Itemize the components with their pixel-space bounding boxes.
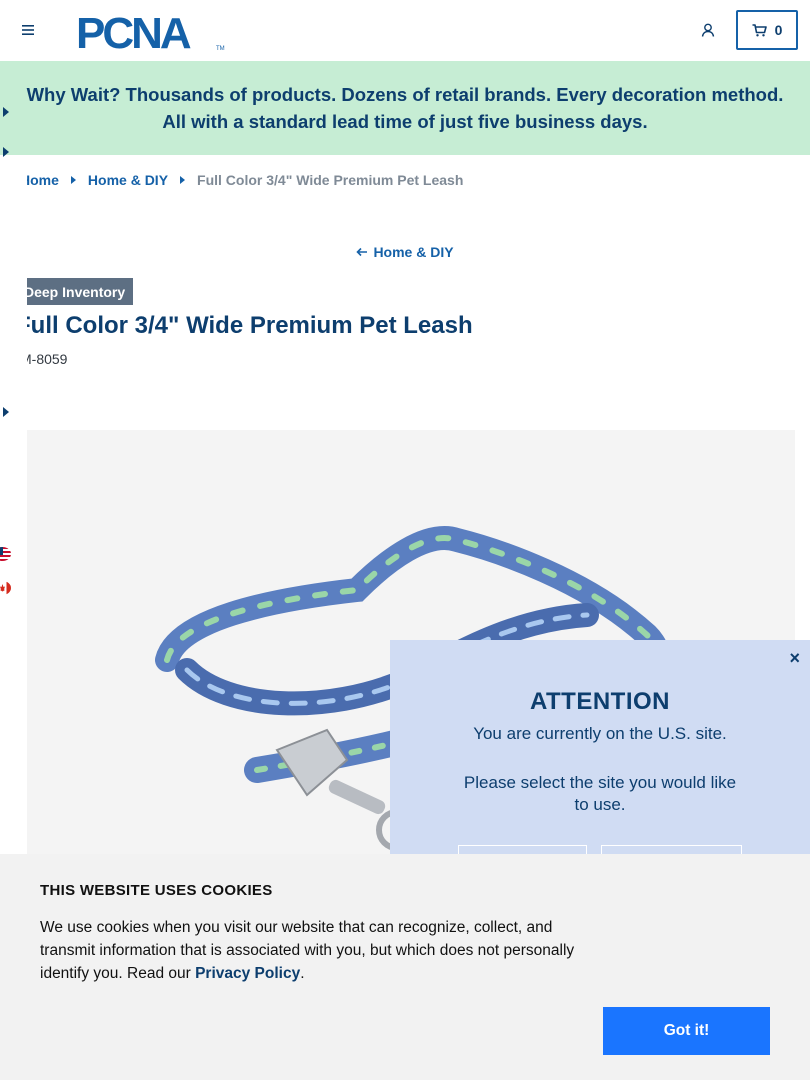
accept-cookies-button[interactable]: Got it! (603, 1007, 770, 1055)
privacy-policy-link[interactable]: Privacy Policy (195, 965, 300, 982)
site-header: PCNA TM 0 (0, 0, 810, 61)
back-to-category-link[interactable]: Home & DIY (0, 244, 810, 260)
cookie-title: THIS WEBSITE USES COOKIES (40, 882, 273, 899)
back-link-label: Home & DIY (373, 244, 454, 260)
promo-banner: Why Wait? Thousands of products. Dozens … (0, 61, 810, 155)
cart-button[interactable]: 0 (736, 10, 798, 50)
logo-text: PCNA (76, 10, 191, 52)
product-title: Full Color 3/4" Wide Premium Pet Leash (16, 312, 473, 339)
us-flag-icon[interactable] (0, 547, 11, 561)
inventory-badge: Deep Inventory (18, 278, 134, 305)
modal-instruction-text: Please select the site you would like to… (463, 773, 737, 814)
drawer-arrow-icon[interactable] (3, 107, 9, 117)
cart-count: 0 (774, 22, 783, 38)
breadcrumb-separator-icon (180, 176, 186, 184)
pcna-logo[interactable]: PCNA TM (76, 9, 226, 58)
cookie-banner: THIS WEBSITE USES COOKIES We use cookies… (0, 854, 810, 1080)
cart-icon (752, 23, 767, 36)
arrow-left-icon (356, 247, 368, 257)
canada-flag-icon[interactable] (0, 581, 11, 595)
breadcrumb-category[interactable]: Home & DIY (88, 172, 168, 188)
account-button[interactable] (697, 19, 719, 41)
modal-title: ATTENTION (529, 688, 671, 715)
breadcrumb-separator-icon (70, 176, 76, 184)
close-icon[interactable]: × (789, 648, 800, 669)
drawer-arrow-icon[interactable] (3, 407, 9, 417)
svg-text:TM: TM (216, 46, 225, 52)
drawer-arrow-icon[interactable] (3, 147, 9, 157)
breadcrumb-current: Full Color 3/4" Wide Premium Pet Leash (197, 172, 464, 188)
modal-current-site-text: You are currently on the U.S. site. (473, 724, 727, 743)
banner-text: Why Wait? Thousands of products. Dozens … (26, 84, 784, 132)
user-icon (701, 23, 715, 37)
site-selection-modal: × ATTENTION You are currently on the U.S… (390, 640, 810, 885)
menu-button[interactable] (18, 20, 38, 40)
cookie-text: We use cookies when you visit our websit… (40, 919, 575, 982)
hamburger-icon (22, 25, 34, 35)
product-sku: M-8059 (20, 351, 68, 367)
breadcrumb: Home Home & DIY Full Color 3/4" Wide Pre… (20, 172, 463, 188)
